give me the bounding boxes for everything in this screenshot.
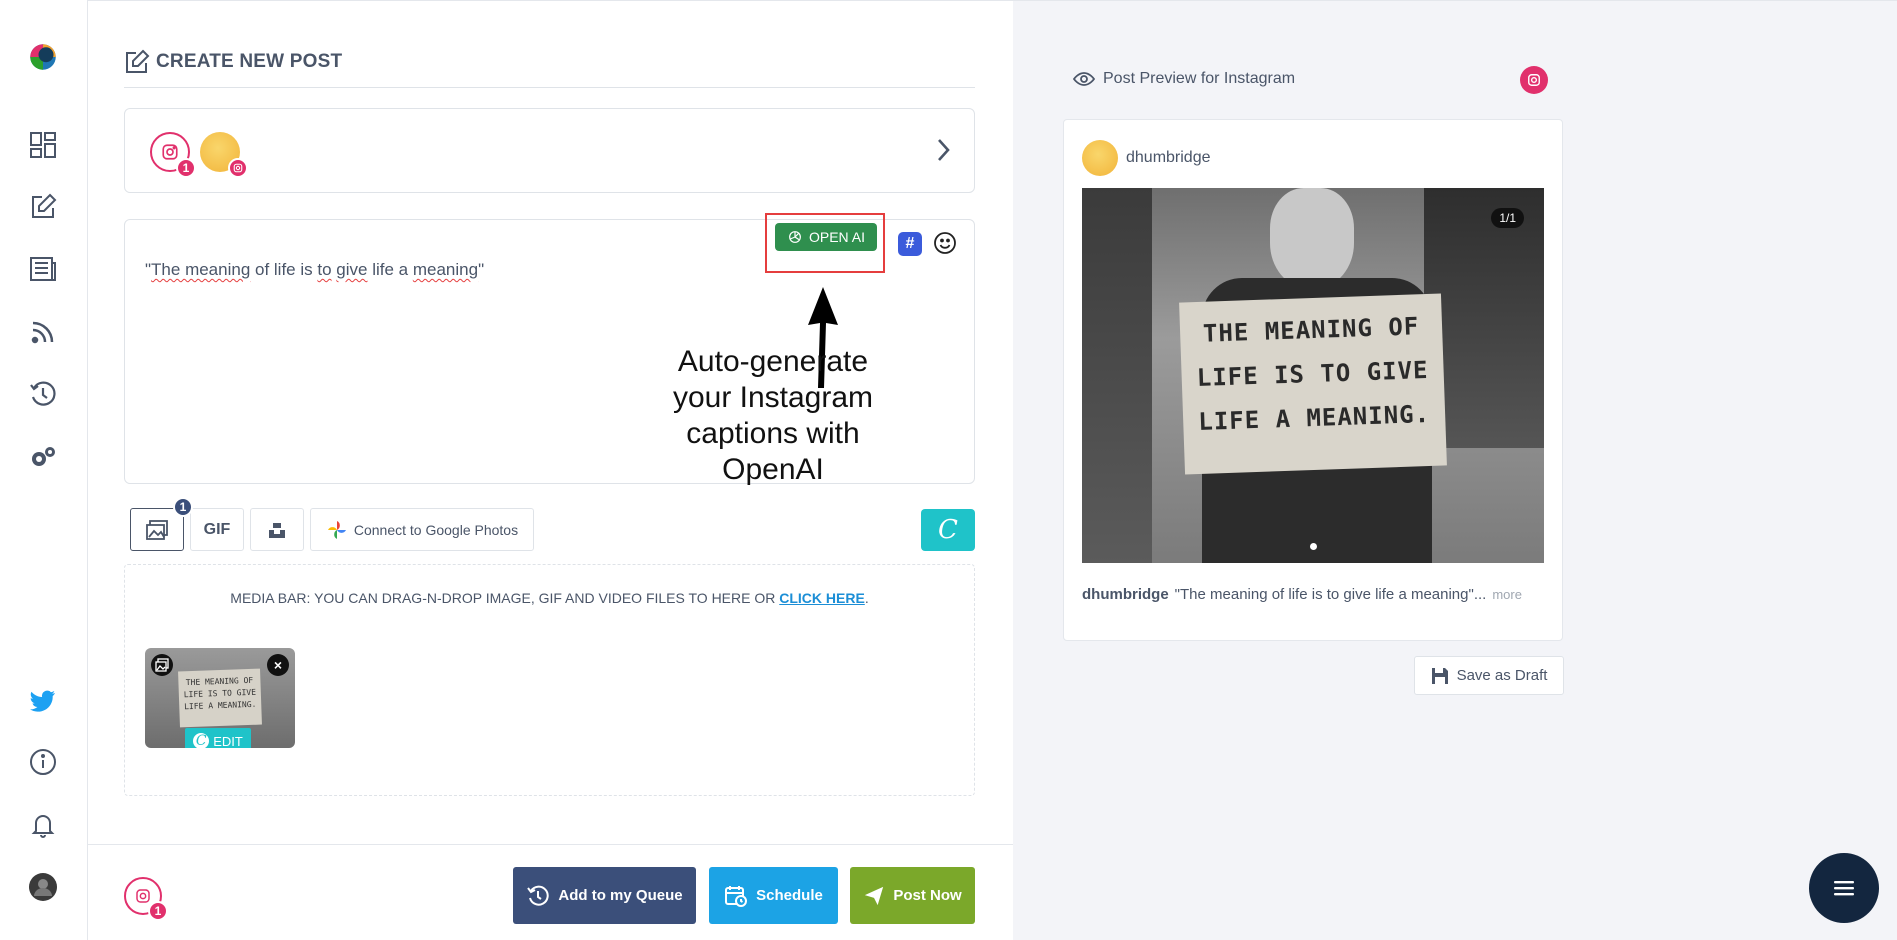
image-counter: 1/1 xyxy=(1491,208,1524,228)
hashtag-button[interactable]: # xyxy=(898,232,922,256)
divider xyxy=(124,87,975,88)
more-link[interactable]: more xyxy=(1492,587,1522,602)
unsplash-button[interactable] xyxy=(250,508,304,551)
preview-panel: Post Preview for Instagram dhumbridge TH… xyxy=(1013,0,1897,940)
openai-icon xyxy=(789,231,801,243)
add-to-queue-button[interactable]: Add to my Queue xyxy=(513,867,696,924)
logo-icon xyxy=(30,44,56,70)
bell-icon[interactable] xyxy=(24,806,62,844)
dashboard-icon[interactable] xyxy=(24,126,62,164)
page-title-text: CREATE NEW POST xyxy=(156,51,343,72)
edit-icon xyxy=(126,49,150,73)
avatar xyxy=(1082,140,1118,176)
media-count-badge: 1 xyxy=(173,497,193,517)
divider xyxy=(88,844,1013,845)
twitter-icon[interactable] xyxy=(24,681,62,719)
instagram-icon xyxy=(162,144,178,160)
settings-icon[interactable] xyxy=(24,438,62,476)
media-dropzone[interactable]: MEDIA BAR: YOU CAN DRAG-N-DROP IMAGE, GI… xyxy=(124,564,975,796)
queue-icon xyxy=(527,885,550,906)
alt-text-icon[interactable] xyxy=(151,654,173,676)
image-sign-text: THE MEANING OF LIFE IS TO GIVE LIFE A ME… xyxy=(1179,293,1447,475)
smile-icon xyxy=(934,232,956,254)
unsplash-icon xyxy=(269,522,285,538)
posts-icon[interactable] xyxy=(24,250,62,288)
chevron-right-icon[interactable] xyxy=(936,137,952,168)
preview-header: Post Preview for Instagram xyxy=(1073,70,1295,88)
gif-button[interactable]: GIF xyxy=(190,508,244,551)
post-now-button[interactable]: Post Now xyxy=(850,867,975,924)
preview-user: dhumbridge xyxy=(1082,140,1211,176)
canva-button[interactable]: C xyxy=(921,509,975,551)
create-post-panel: CREATE NEW POST 1 "The meaning of life i… xyxy=(88,0,1013,940)
save-draft-button[interactable]: Save as Draft xyxy=(1414,656,1564,695)
carousel-dot xyxy=(1310,543,1317,550)
instagram-preview-card: dhumbridge THE MEANING OF LIFE IS TO GIV… xyxy=(1063,119,1563,641)
info-icon[interactable] xyxy=(24,743,62,781)
media-toolbar: 1 GIF Connect to Google Photos xyxy=(130,497,534,551)
canva-edit-button[interactable]: C EDIT xyxy=(185,728,251,748)
menu-fab-button[interactable] xyxy=(1809,853,1879,923)
instagram-icon xyxy=(228,158,248,178)
emoji-button[interactable] xyxy=(933,231,957,260)
instagram-icon[interactable] xyxy=(1520,66,1548,94)
app-logo[interactable] xyxy=(24,38,62,76)
hashtag-icon: # xyxy=(905,235,915,252)
account-avatar[interactable] xyxy=(200,132,248,178)
google-photos-button[interactable]: Connect to Google Photos xyxy=(310,508,534,551)
preview-image: THE MEANING OF LIFE IS TO GIVE LIFE A ME… xyxy=(1082,188,1544,563)
instagram-icon xyxy=(136,889,150,903)
send-icon xyxy=(865,886,884,905)
edit-icon[interactable] xyxy=(24,188,62,226)
media-upload-button[interactable]: 1 xyxy=(130,497,193,551)
annotation-text: Auto-generate your Instagram captions wi… xyxy=(672,345,874,486)
image-icon xyxy=(146,519,168,540)
canva-icon: C xyxy=(193,733,210,748)
save-icon xyxy=(1431,667,1448,684)
instagram-count-badge: 1 xyxy=(176,158,196,178)
media-thumbnail[interactable]: THE MEANING OF LIFE IS TO GIVE LIFE A ME… xyxy=(145,648,295,748)
remove-media-button[interactable]: × xyxy=(267,654,289,676)
page-title: CREATE NEW POST xyxy=(124,49,342,75)
preview-caption: dhumbridge "The meaning of life is to giv… xyxy=(1082,586,1522,603)
annotation-highlight-box: OPEN AI xyxy=(765,213,885,273)
eye-icon xyxy=(1073,72,1095,86)
schedule-button[interactable]: Schedule xyxy=(709,867,838,924)
instagram-account-toggle[interactable]: 1 xyxy=(150,132,196,178)
avatar[interactable] xyxy=(24,868,62,906)
google-photos-icon xyxy=(327,520,346,539)
media-bar-text: MEDIA BAR: YOU CAN DRAG-N-DROP IMAGE, GI… xyxy=(230,590,869,606)
calendar-icon xyxy=(725,885,748,907)
sidebar xyxy=(0,0,88,940)
rss-icon[interactable] xyxy=(24,313,62,351)
hamburger-icon xyxy=(1834,881,1854,896)
account-selector[interactable]: 1 xyxy=(124,108,975,193)
instagram-count-badge: 1 xyxy=(148,901,168,921)
history-icon[interactable] xyxy=(24,375,62,413)
canva-icon: C xyxy=(938,515,958,545)
selected-instagram-account[interactable]: 1 xyxy=(124,877,168,921)
thumbnail-image: THE MEANING OF LIFE IS TO GIVE LIFE A ME… xyxy=(178,668,262,728)
post-text[interactable]: "The meaning of life is to give life a m… xyxy=(145,260,484,280)
click-here-link[interactable]: CLICK HERE xyxy=(779,590,865,606)
openai-button[interactable]: OPEN AI xyxy=(775,223,877,251)
openai-label: OPEN AI xyxy=(808,229,866,245)
